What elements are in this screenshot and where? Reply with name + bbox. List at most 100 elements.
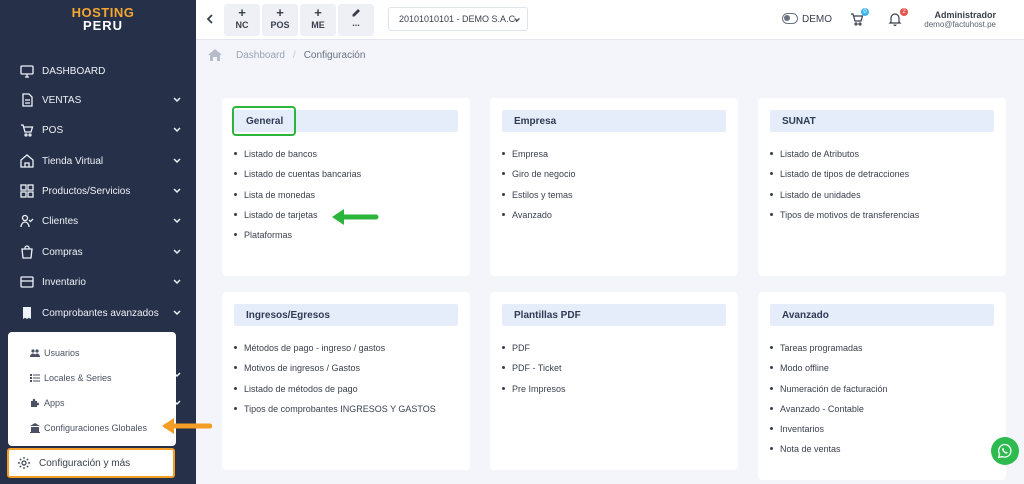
chevron-down-icon [173, 218, 181, 224]
submenu-item-label: Usuarios [44, 348, 80, 358]
breadcrumb-separator: / [292, 49, 296, 61]
card-link[interactable]: Empresa [500, 149, 576, 170]
quick-button-label: ... [352, 18, 360, 28]
card-link[interactable]: Estilos y temas [500, 190, 576, 211]
card-title: SUNAT [770, 110, 994, 132]
quick-add-nc-button[interactable]: + NC [224, 4, 260, 36]
user-name[interactable]: Administrador [934, 10, 996, 20]
sidebar-item-compras[interactable]: Compras [0, 239, 196, 265]
sidebar-item-label: DASHBOARD [42, 65, 106, 77]
list-icon [30, 373, 40, 383]
submenu-item-apps[interactable]: Apps [30, 398, 65, 408]
receipt-icon [20, 306, 34, 320]
notification-count-badge: 2 [900, 8, 908, 16]
quick-more-button[interactable]: ... [338, 4, 374, 36]
store-icon [20, 154, 34, 168]
card-link[interactable]: Tareas programadas [768, 343, 888, 364]
sidebar-item-productos[interactable]: Productos/Servicios [0, 178, 196, 204]
card-plantillas-pdf: Plantillas PDF PDF PDF - Ticket Pre Impr… [490, 292, 738, 470]
chevron-down-icon [173, 127, 181, 133]
building-icon [30, 423, 40, 433]
brand-logo[interactable]: HOSTING PERU [68, 6, 138, 32]
card-link[interactable]: Nota de ventas [768, 445, 888, 465]
card-link[interactable]: Plataformas [232, 231, 361, 251]
config-menu-button[interactable]: Configuración y más [7, 448, 175, 478]
sidebar-item-pos[interactable]: POS [0, 117, 196, 143]
demo-mode-label: DEMO [802, 14, 832, 25]
user-check-icon [20, 214, 34, 228]
card-link[interactable]: Inventarios [768, 425, 888, 445]
sidebar-item-ventas[interactable]: VENTAS [0, 87, 196, 113]
card-link[interactable]: Listado de unidades [768, 190, 919, 211]
quick-add-pos-button[interactable]: + POS [262, 4, 298, 36]
quick-add-me-button[interactable]: + ME [300, 4, 336, 36]
chevron-down-icon [173, 158, 181, 164]
chevron-down-icon [173, 97, 181, 103]
chevron-down-icon [173, 249, 181, 255]
sidebar-item-label: Inventario [42, 276, 86, 288]
plus-icon: + [238, 5, 246, 20]
company-select[interactable]: 20101010101 - DEMO S.A.C. [388, 7, 528, 31]
card-link[interactable]: Modo offline [768, 364, 888, 384]
sidebar-item-label: Compras [42, 246, 83, 258]
box-icon [20, 275, 34, 289]
sidebar-item-label: Tienda Virtual [42, 155, 104, 167]
card-title: Empresa [502, 110, 726, 132]
cart-icon [20, 123, 34, 137]
sidebar-item-dashboard[interactable]: DASHBOARD [0, 58, 196, 84]
plus-icon: + [314, 5, 322, 20]
card-link[interactable]: Listado de tipos de detracciones [768, 170, 919, 190]
submenu-item-label: Configuraciones Globales [44, 423, 148, 433]
document-icon [20, 93, 34, 107]
user-email: demo@factuhost.pe [924, 20, 996, 29]
quick-button-label: POS [270, 20, 290, 30]
sidebar-item-clientes[interactable]: Clientes [0, 208, 196, 234]
card-link[interactable]: Listado de cuentas bancarias [232, 170, 361, 190]
breadcrumb-dashboard-link[interactable]: Dashboard [236, 50, 285, 61]
card-link[interactable]: Avanzado - Contable [768, 404, 888, 425]
card-sunat: SUNAT Listado de Atributos Listado de ti… [758, 98, 1006, 276]
sidebar-item-label: POS [42, 124, 64, 136]
puzzle-icon [30, 398, 40, 408]
card-link-list: Tareas programadas Modo offline Numeraci… [768, 343, 888, 466]
chevron-down-icon [173, 279, 181, 285]
whatsapp-icon [997, 443, 1012, 459]
card-title: Plantillas PDF [502, 304, 726, 326]
monitor-icon [20, 64, 34, 78]
sidebar-item-tienda-virtual[interactable]: Tienda Virtual [0, 148, 196, 174]
card-link[interactable]: Listado de Atributos [768, 149, 919, 170]
breadcrumb: Dashboard / Configuración [208, 48, 365, 62]
sidebar-item-comprobantes-avanzados[interactable]: Comprobantes avanzados [0, 300, 196, 326]
card-general: General Listado de bancos Listado de cue… [222, 98, 470, 276]
chevron-down-icon [173, 188, 181, 194]
card-link[interactable]: PDF [500, 343, 566, 364]
card-link[interactable]: Tipos de motivos de transferencias [768, 210, 919, 231]
plus-icon: + [276, 5, 284, 20]
sidebar-item-inventario[interactable]: Inventario [0, 269, 196, 295]
submenu-item-label: Apps [44, 398, 65, 408]
card-link[interactable]: Numeración de facturación [768, 384, 888, 405]
home-icon[interactable] [208, 49, 222, 61]
card-link[interactable]: Listado de bancos [232, 149, 361, 170]
sidebar-item-label: VENTAS [42, 94, 82, 106]
whatsapp-chat-button[interactable] [991, 437, 1019, 465]
card-link[interactable]: Avanzado [500, 210, 576, 231]
card-link[interactable]: Pre Impresos [500, 384, 566, 405]
gear-icon [18, 457, 30, 469]
card-link[interactable]: Motivos de ingresos / Gastos [232, 364, 436, 384]
card-link[interactable]: Tipos de comprobantes INGRESOS Y GASTOS [232, 404, 436, 425]
card-link-list: Métodos de pago - ingreso / gastos Motiv… [232, 343, 436, 425]
card-link[interactable]: Giro de negocio [500, 170, 576, 190]
submenu-item-configuraciones-globales[interactable]: Configuraciones Globales [30, 423, 147, 433]
chevron-left-icon[interactable] [204, 12, 216, 26]
submenu-item-locales-series[interactable]: Locales & Series [30, 373, 112, 383]
sidebar-item-label: Comprobantes avanzados [42, 307, 159, 319]
card-link[interactable]: Métodos de pago - ingreso / gastos [232, 343, 436, 364]
demo-mode-toggle[interactable] [782, 13, 798, 24]
card-link[interactable]: PDF - Ticket [500, 364, 566, 384]
card-link[interactable]: Listado de métodos de pago [232, 384, 436, 405]
submenu-item-usuarios[interactable]: Usuarios [30, 348, 80, 358]
config-menu-label: Configuración y más [39, 457, 131, 469]
card-link-list: Listado de Atributos Listado de tipos de… [768, 149, 919, 231]
chevron-down-icon [173, 310, 181, 316]
